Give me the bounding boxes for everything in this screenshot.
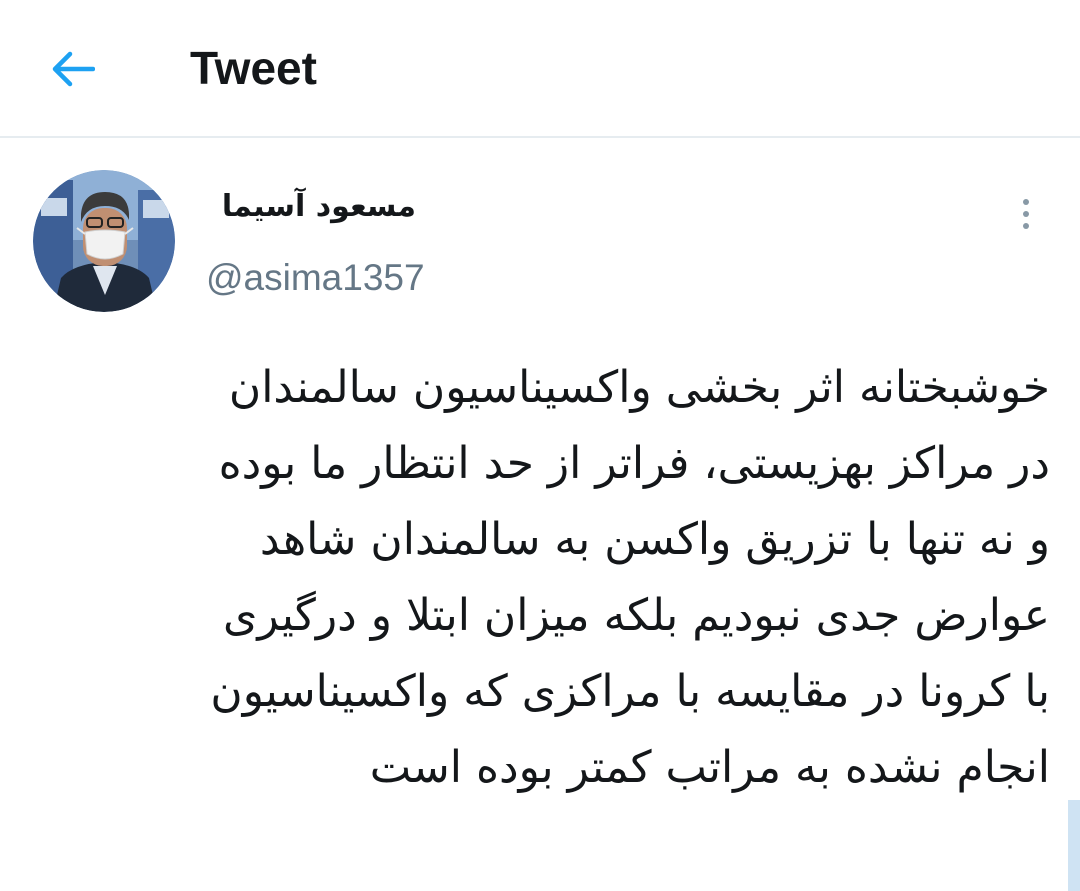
more-vertical-icon-dot <box>1023 223 1029 229</box>
tweet-text-line: خوشبختانه اثر بخشی واکسیناسیون سالمندان <box>228 362 1050 413</box>
avatar[interactable] <box>33 170 175 312</box>
back-button[interactable] <box>44 40 102 98</box>
profile-photo <box>33 170 175 312</box>
top-app-bar: Tweet <box>0 0 1080 138</box>
more-options-button[interactable] <box>1008 190 1044 238</box>
tweet-text-line: و نه تنها با تزریق واکسن به سالمندان شاه… <box>259 514 1050 565</box>
author-display-name[interactable]: مسعود آسیما <box>206 184 416 230</box>
arrow-left-icon <box>52 51 95 87</box>
tweet-text-line: در مراکز بهزیستی، فراتر از حد انتظار ما … <box>218 438 1050 489</box>
tweet-text: خوشبختانه اثر بخشی واکسیناسیون سالمندان … <box>60 350 1050 806</box>
tweet-text-line: عوارض جدی نبودیم بلکه میزان ابتلا و درگی… <box>222 590 1050 641</box>
tweet-text-line: انجام نشده به مراتب کمتر بوده است <box>369 742 1050 793</box>
scroll-edge-indicator <box>1068 800 1080 891</box>
more-vertical-icon-dot <box>1023 211 1029 217</box>
more-vertical-icon <box>1023 199 1029 205</box>
tweet-text-line: با کرونا در مقایسه با مراکزی که واکسیناس… <box>210 666 1050 717</box>
author-handle[interactable]: @asima1357 <box>206 254 425 302</box>
page-title: Tweet <box>190 42 317 94</box>
